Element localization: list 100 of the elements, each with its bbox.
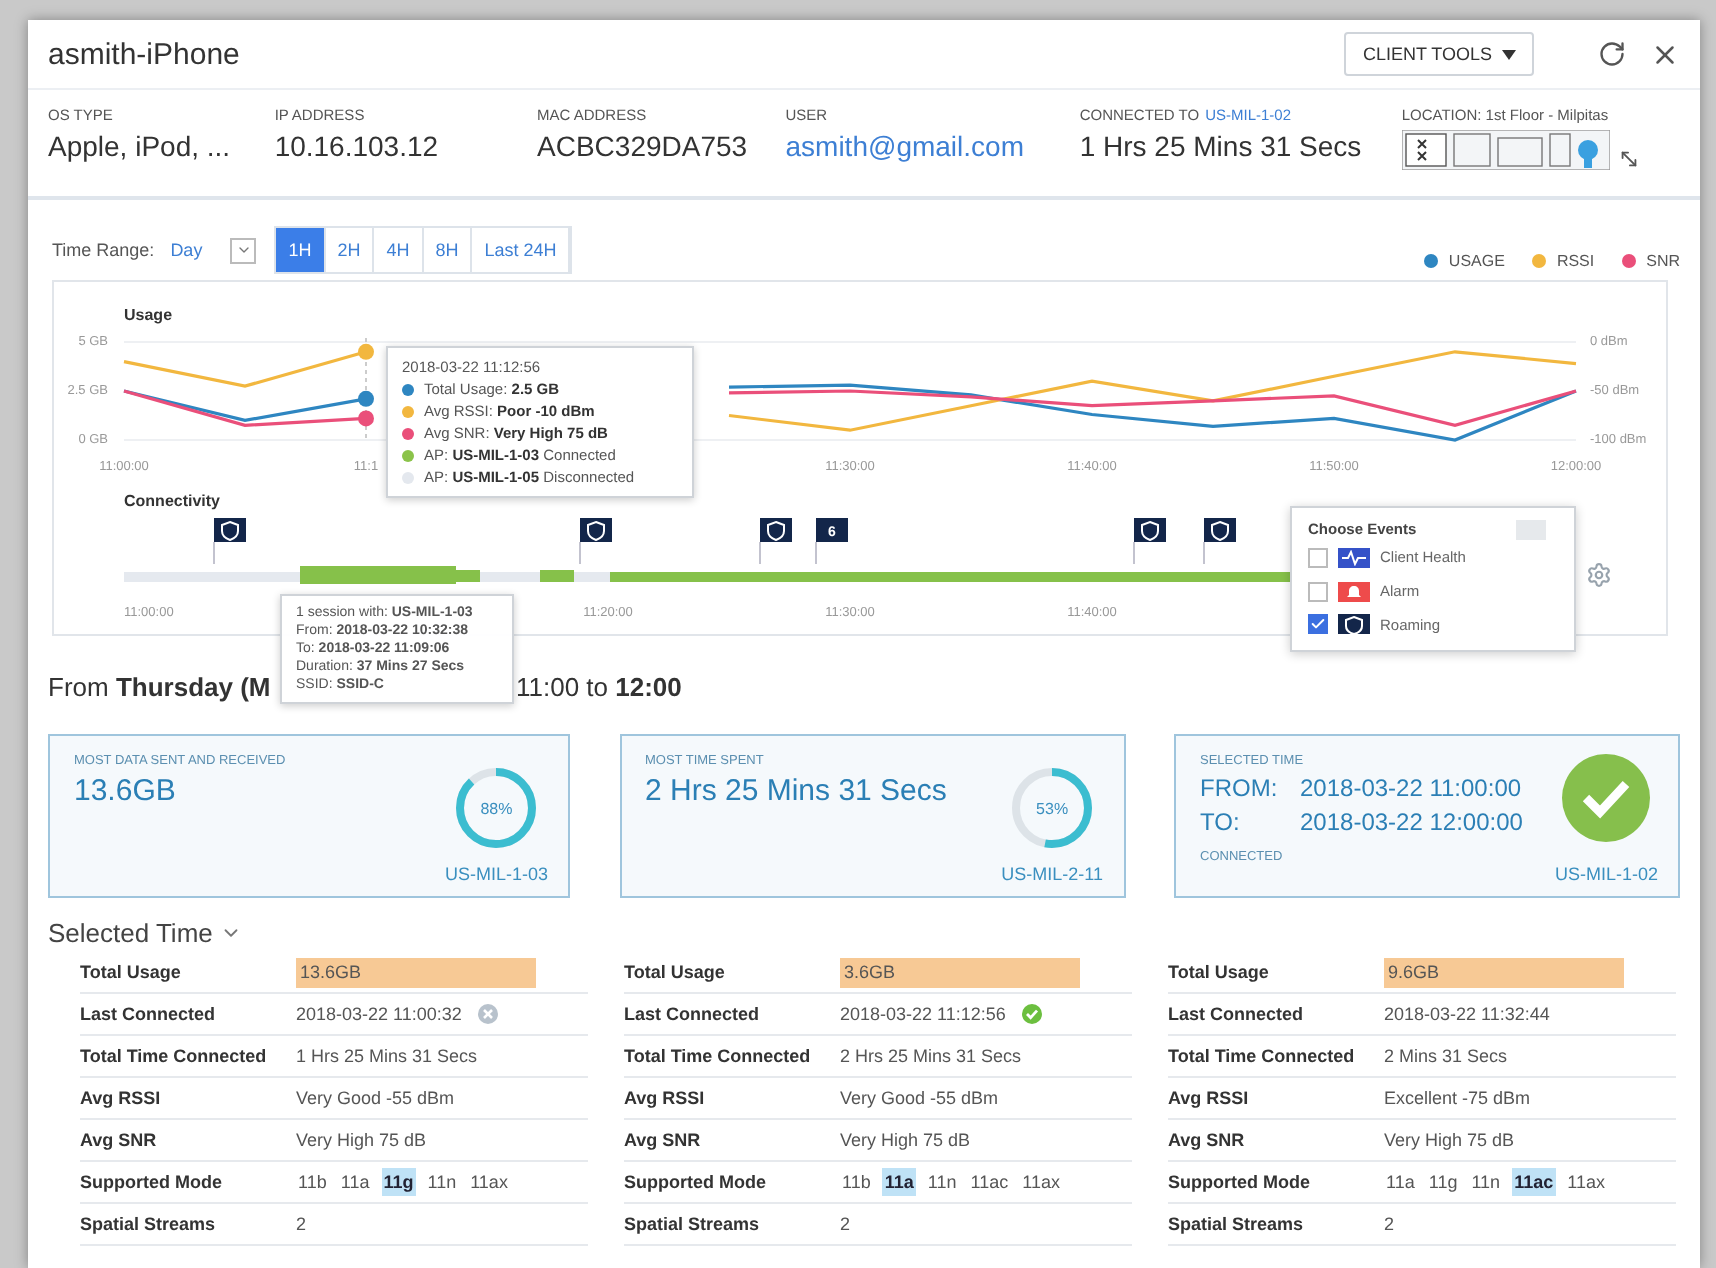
legend-label: USAGE [1448,251,1505,269]
detail-value: 2018-03-22 11:12:56 [840,1004,1006,1024]
data-point-marker [358,390,374,407]
detail-value: 2 [1384,1214,1395,1234]
card-value: 13.6GB [74,774,178,808]
detail-value: 2018-03-22 11:32:44 [1384,1004,1550,1024]
mode-tag: 11ax [468,1168,510,1196]
roaming-flag-icon[interactable] [759,518,792,565]
chevron-icon [235,242,252,258]
detail-label: Spatial Streams [1168,1214,1306,1234]
event-checkbox[interactable] [1308,547,1328,568]
mode-tag: 11ax [1565,1168,1607,1196]
ap-name: US-MIL-1-03 [444,864,548,884]
detail-value: Very High 75 dB [1384,1130,1515,1150]
detail-value: Very High 75 dB [840,1130,971,1150]
roaming-flag-icon[interactable] [579,518,612,565]
detail-label: Avg SNR [80,1130,159,1150]
detail-label: Supported Mode [80,1172,224,1192]
detail-label: Supported Mode [624,1172,768,1192]
chart-title: Usage [124,306,173,324]
time-value: 2018-03-22 11:00:00 [1300,774,1522,802]
info-value: 1 Hrs 25 Mins 31 Secs [1079,130,1364,162]
detail-value: 2 Hrs 25 Mins 31 Secs [840,1046,1022,1066]
detail-label: Total Usage [624,962,727,982]
chart-title: Connectivity [124,492,221,510]
mode-tag: 11ac [968,1168,1011,1196]
detail-value: 2 Mins 31 Secs [1384,1046,1508,1066]
time-value: 2018-03-22 12:00:00 [1300,808,1523,836]
ap-name: US-MIL-2-11 [1001,864,1103,884]
detail-value: 2 [840,1214,851,1234]
time-label: FROM: [1200,774,1280,802]
detail-label: Avg RSSI [624,1088,707,1108]
time-range-label: Time Range: [52,240,155,260]
detail-value: Very Good -55 dBm [840,1088,999,1108]
detail-label: Avg RSSI [80,1088,163,1108]
donut-percent: 88% [478,797,515,821]
detail-label: Spatial Streams [624,1214,762,1234]
detail-label: Total Usage [1168,962,1271,982]
mode-tag: 11n [925,1168,959,1196]
event-checkbox[interactable] [1308,581,1328,601]
refresh-button[interactable] [1598,40,1626,68]
usage-value: 9.6GB [1384,957,1624,987]
detail-label: Total Time Connected [1168,1046,1357,1066]
detail-label: Avg SNR [1168,1130,1247,1150]
legend-label: SNR [1646,251,1680,269]
roaming-flag-icon[interactable] [1133,518,1166,565]
mode-tag: 11ac [1512,1168,1556,1196]
info-value: Apple, iPod, ... [48,130,233,162]
detail-label: Avg RSSI [1168,1088,1251,1108]
range-tab[interactable]: 1H [276,228,326,272]
usage-value: 13.6GB [296,957,536,987]
mode-tag: 11a [882,1168,916,1196]
detail-label: Spatial Streams [80,1214,218,1234]
period-heading: 11:00 to 12:00 [516,672,682,702]
mode-tag: 11b [840,1168,873,1196]
detail-value: 2018-03-22 11:00:32 [296,1004,462,1024]
info-value: ACBC329DA753 [537,130,750,162]
info-value: 10.16.103.12 [274,130,441,162]
detail-label: Supported Mode [1168,1172,1312,1192]
time-label: TO: [1200,808,1242,836]
mode-tag: 11n [1469,1168,1503,1196]
mode-tag: 11g [1426,1168,1460,1196]
caret-icon [1502,49,1516,59]
data-point-marker [358,410,374,427]
window-title: asmith-iPhone [48,37,242,71]
detail-value: Very Good -55 dBm [296,1088,455,1108]
detail-value: Excellent -75 dBm [1384,1088,1531,1108]
detail-label: Last Connected [624,1004,762,1024]
bell-icon [1346,583,1362,599]
donut-percent: 53% [1034,797,1071,821]
client-tools-button[interactable]: CLIENT TOOLS [1344,32,1534,76]
detail-label: Total Time Connected [80,1046,269,1066]
detail-label: Last Connected [80,1004,218,1024]
event-checkbox[interactable] [1308,614,1328,635]
user-email-link[interactable]: asmith@gmail.com [785,130,1080,162]
data-point-marker [358,343,374,360]
detail-label: Avg SNR [624,1130,703,1150]
mode-tag: 11n [425,1168,459,1196]
ap-name: US-MIL-1-02 [1554,864,1658,884]
time-range-value[interactable]: Day [170,240,203,260]
detail-label: Total Time Connected [624,1046,813,1066]
roaming-flag-icon[interactable] [213,518,246,565]
card-value: 2 Hrs 25 Mins 31 Secs [645,774,947,808]
period-heading: From Thursday (M [48,672,271,702]
shield-icon [1344,615,1364,634]
detail-label: Last Connected [1168,1004,1306,1024]
detail-value: 2 [296,1214,307,1234]
settings-icon[interactable] [1586,562,1612,588]
legend-label: RSSI [1556,251,1595,269]
mode-tag: 11a [338,1168,372,1196]
section-title: Selected Time [48,918,213,948]
usage-value: 3.6GB [840,957,1080,987]
mode-tag: 11a [1384,1168,1417,1196]
roaming-flag-icon[interactable] [1203,518,1236,565]
detail-label: Total Usage [80,962,183,982]
detail-value: Very High 75 dB [296,1130,427,1150]
mode-tag: 11g [381,1168,416,1196]
mode-tag: 11ax [1020,1168,1062,1196]
expand-icon[interactable] [1617,148,1640,170]
detail-value: 1 Hrs 25 Mins 31 Secs [296,1046,478,1066]
